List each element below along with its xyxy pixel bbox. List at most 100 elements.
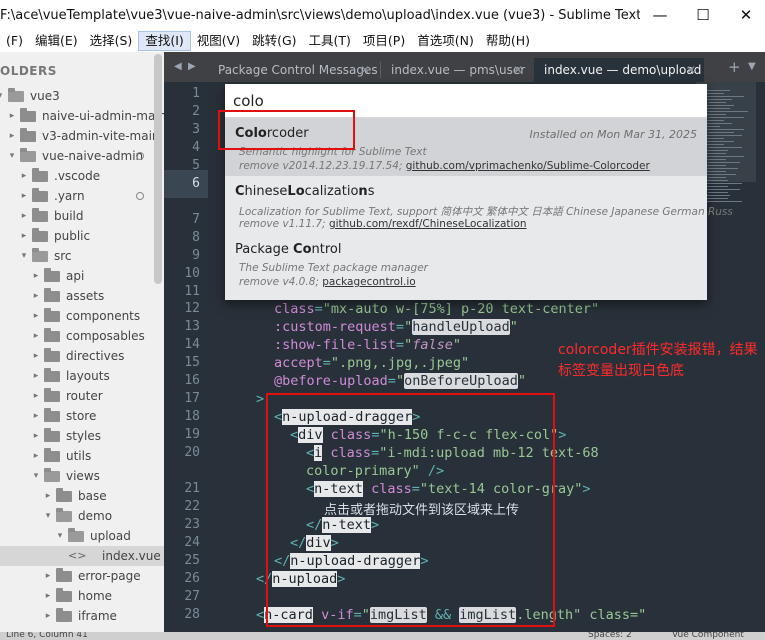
tab-close-icon[interactable]: ✕ (513, 58, 523, 82)
folder-icon (44, 328, 60, 342)
menu-selection[interactable]: 选择(S) (84, 31, 139, 51)
chevron-right-icon[interactable]: ▸ (30, 366, 42, 386)
chevron-down-icon[interactable]: ▾ (6, 146, 18, 166)
tree-item-utils[interactable]: ▸ utils (0, 446, 164, 466)
palette-item-link[interactable]: packagecontrol.io (322, 276, 415, 288)
menu-preferences[interactable]: 首选项(N) (411, 31, 480, 51)
tree-item-store[interactable]: ▸ store (0, 406, 164, 426)
minimize-button[interactable]: — (640, 0, 680, 30)
palette-item-link[interactable]: github.com/rexdf/ChineseLocalization (329, 218, 527, 230)
tree-item-vue3[interactable]: ▾ vue3 (0, 86, 164, 106)
palette-item-package-control[interactable]: Package Control The Sublime Text package… (225, 234, 707, 292)
chevron-right-icon[interactable]: ▸ (42, 566, 54, 586)
tree-item-views[interactable]: ▾ views (0, 466, 164, 486)
tree-item-home[interactable]: ▸ home (0, 586, 164, 606)
minimap-line (706, 174, 736, 175)
maximize-button[interactable]: ☐ (683, 0, 723, 30)
tab-index-pms-user[interactable]: index.vue — pms\user ✕ (381, 58, 531, 82)
tree-item-error-page[interactable]: ▸ error-page (0, 566, 164, 586)
menu-file[interactable]: (F) (0, 31, 29, 51)
chevron-right-icon[interactable]: ▸ (18, 166, 30, 186)
chevron-right-icon[interactable]: ▸ (18, 206, 30, 226)
chevron-right-icon[interactable]: ▸ (18, 226, 30, 246)
minimap-line (702, 168, 738, 169)
tree-item-label: error-page (78, 569, 141, 583)
tree-item-naive-ui-admin-main[interactable]: ▸ naive-ui-admin-main (0, 106, 164, 126)
tree-item-build[interactable]: ▸ build (0, 206, 164, 226)
chevron-right-icon[interactable]: ▸ (42, 586, 54, 606)
tree-item-api[interactable]: ▸ api (0, 266, 164, 286)
chevron-right-icon[interactable]: ▸ (42, 606, 54, 626)
chevron-down-icon[interactable]: ▾ (42, 506, 54, 526)
tab-nav-left-icon[interactable]: ◀ (174, 52, 182, 82)
chevron-right-icon[interactable]: ▸ (30, 306, 42, 326)
tab-index-demo-upload[interactable]: index.vue — demo\upload ✕ (534, 58, 704, 82)
tree-item-base[interactable]: ▸ base (0, 486, 164, 506)
tree-item-demo[interactable]: ▾ demo (0, 506, 164, 526)
menu-goto[interactable]: 跳转(G) (246, 31, 302, 51)
status-syntax[interactable]: Vue Component (672, 632, 744, 640)
chevron-right-icon[interactable]: ▸ (42, 486, 54, 506)
tree-item-vue-naive-admin[interactable]: ▾ vue-naive-admin (0, 146, 164, 166)
tab-package-control-messages[interactable]: Package Control Messages ✕ (208, 58, 378, 82)
tree-item-components[interactable]: ▸ components (0, 306, 164, 326)
chevron-right-icon[interactable]: ▸ (30, 426, 42, 446)
chevron-down-icon[interactable]: ▾ (18, 246, 30, 266)
tree-item-index-vue[interactable]: <> index.vue (0, 546, 164, 566)
status-spaces[interactable]: Spaces: 2 (588, 632, 632, 640)
tree-item-iframe[interactable]: ▸ iframe (0, 606, 164, 626)
tree-item-directives[interactable]: ▸ directives (0, 346, 164, 366)
tab-list-icon[interactable]: ▼ (748, 52, 756, 82)
menu-find[interactable]: 查找(I) (138, 31, 191, 51)
tree-item-assets[interactable]: ▸ assets (0, 286, 164, 306)
tab-nav-right-icon[interactable]: ▶ (188, 52, 196, 82)
tree-item-label: views (66, 469, 100, 483)
status-bar: Line 6, Column 41 Spaces: 2 Vue Componen… (0, 632, 765, 640)
chevron-right-icon[interactable]: ▸ (30, 446, 42, 466)
menu-help[interactable]: 帮助(H) (480, 31, 536, 51)
tree-item-v3-admin-vite-main[interactable]: ▸ v3-admin-vite-main (0, 126, 164, 146)
tree-item-label: utils (66, 449, 92, 463)
tree-item-router[interactable]: ▸ router (0, 386, 164, 406)
tab-close-icon[interactable]: ✕ (360, 58, 370, 82)
sidebar-scrollbar[interactable] (154, 54, 162, 284)
new-tab-icon[interactable]: + (728, 52, 741, 82)
minimap-line (708, 147, 742, 148)
minimap-line (706, 99, 732, 100)
chevron-right-icon[interactable]: ▸ (30, 286, 42, 306)
menu-view[interactable]: 视图(V) (191, 31, 246, 51)
menu-tools[interactable]: 工具(T) (303, 31, 357, 51)
tree-item-composables[interactable]: ▸ composables (0, 326, 164, 346)
palette-item-chineselocalizations[interactable]: ChineseLocalizations Localization for Su… (225, 176, 733, 234)
palette-item-description: Localization for Sublime Text, support 简… (239, 206, 733, 218)
tree-item-styles[interactable]: ▸ styles (0, 426, 164, 446)
tree-item-src[interactable]: ▾ src (0, 246, 164, 266)
menu-edit[interactable]: 编辑(E) (29, 31, 84, 51)
chevron-down-icon[interactable]: ▾ (54, 526, 66, 546)
tree-item-layouts[interactable]: ▸ layouts (0, 366, 164, 386)
palette-item-link[interactable]: github.com/vprimachenko/Sublime-Colorcod… (406, 160, 650, 172)
chevron-right-icon[interactable]: ▸ (30, 326, 42, 346)
chevron-right-icon[interactable]: ▸ (18, 186, 30, 206)
tree-item--vscode[interactable]: ▸ .vscode (0, 166, 164, 186)
tree-item-public[interactable]: ▸ public (0, 226, 164, 246)
minimap-line (704, 111, 748, 112)
chevron-right-icon[interactable]: ▸ (30, 346, 42, 366)
close-button[interactable]: ✕ (726, 0, 765, 30)
minimap-line (706, 129, 744, 130)
chevron-right-icon[interactable]: ▸ (30, 406, 42, 426)
chevron-right-icon[interactable]: ▸ (30, 386, 42, 406)
tab-label: index.vue — pms\user (391, 63, 526, 77)
tree-item-upload[interactable]: ▾ upload (0, 526, 164, 546)
minimap-line (704, 141, 734, 142)
minimap-line (704, 156, 744, 157)
tab-close-icon[interactable]: ✕ (686, 58, 696, 82)
tree-item--yarn[interactable]: ▸ .yarn (0, 186, 164, 206)
chevron-right-icon[interactable]: ▸ (6, 106, 18, 126)
palette-search-input[interactable] (233, 90, 693, 112)
chevron-right-icon[interactable]: ▸ (30, 266, 42, 286)
menu-project[interactable]: 项目(P) (357, 31, 411, 51)
chevron-down-icon[interactable]: ▾ (30, 466, 42, 486)
chevron-right-icon[interactable]: ▸ (6, 126, 18, 146)
chevron-down-icon[interactable]: ▾ (0, 86, 6, 106)
